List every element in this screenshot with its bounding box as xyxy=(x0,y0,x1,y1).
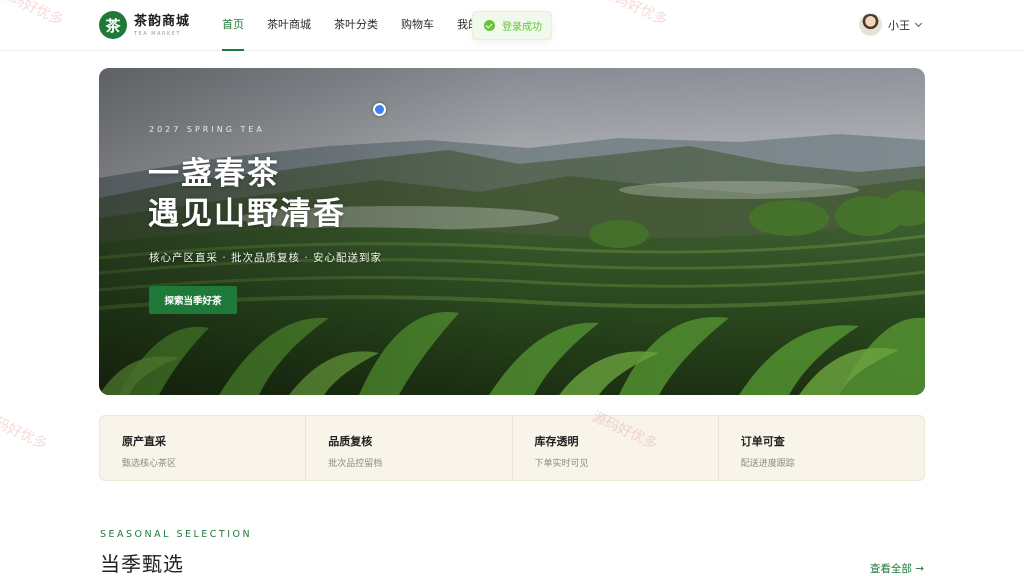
brand-title: 茶韵商城 xyxy=(134,13,191,29)
user-name: 小王 xyxy=(888,18,910,32)
cursor-indicator xyxy=(373,103,386,116)
section-eyebrow: SEASONAL SELECTION xyxy=(100,529,253,540)
feature-title: 原产直采 xyxy=(122,435,166,448)
watermark: 源码好优多 xyxy=(0,408,50,453)
nav-home[interactable]: 首页 xyxy=(222,0,244,51)
hero-banner: 2027 SPRING TEA 一盏春茶 遇见山野清香 核心产区直采 · 批次品… xyxy=(99,68,925,395)
hero-description: 核心产区直采 · 批次品质复核 · 安心配送到家 xyxy=(149,252,383,264)
feature-title: 品质复核 xyxy=(328,435,373,448)
user-menu[interactable]: 小王 xyxy=(859,13,924,36)
feature-item: 订单可查 配送进度跟踪 xyxy=(719,416,924,480)
avatar xyxy=(859,13,882,36)
chevron-down-icon xyxy=(914,20,924,30)
view-all-link[interactable]: 查看全部 → xyxy=(870,561,924,576)
feature-desc: 批次品控留档 xyxy=(328,459,383,469)
hero-title-line2: 遇见山野清香 xyxy=(148,196,346,232)
feature-title: 订单可查 xyxy=(740,435,785,448)
logo-text: 茶韵商城 TEA MARKET xyxy=(134,14,190,37)
feature-item: 品质复核 批次品控留档 xyxy=(306,416,513,480)
explore-tea-button[interactable]: 探索当季好茶 xyxy=(149,286,237,314)
top-header: 茶 茶韵商城 TEA MARKET 首页 茶叶商城 茶叶分类 购物车 我的 登录… xyxy=(0,0,1024,51)
logo-badge: 茶 xyxy=(99,11,127,39)
brand-subtitle: TEA MARKET xyxy=(134,30,181,37)
feature-desc: 甄选核心茶区 xyxy=(122,459,177,469)
nav-cart[interactable]: 购物车 xyxy=(401,0,434,51)
login-success-toast: 登录成功 xyxy=(472,11,552,40)
feature-desc: 配送进度跟踪 xyxy=(740,459,795,469)
feature-item: 库存透明 下单实时可见 xyxy=(513,416,719,480)
hero-eyebrow: 2027 SPRING TEA xyxy=(149,125,265,134)
hero-title-line1: 一盏春茶 xyxy=(148,156,280,192)
feature-item: 原产直采 甄选核心茶区 xyxy=(100,416,307,480)
features-strip: 原产直采 甄选核心茶区 品质复核 批次品控留档 库存透明 下单实时可见 订单可查… xyxy=(99,415,925,481)
brand-logo[interactable]: 茶 茶韵商城 TEA MARKET xyxy=(99,11,190,39)
feature-desc: 下单实时可见 xyxy=(534,459,589,469)
check-circle-icon xyxy=(484,20,495,31)
section-title: 当季甄选 xyxy=(100,552,184,576)
feature-title: 库存透明 xyxy=(534,435,579,448)
nav-tea-market[interactable]: 茶叶商城 xyxy=(267,0,311,51)
main-nav: 首页 茶叶商城 茶叶分类 购物车 我的 xyxy=(222,0,502,51)
toast-message: 登录成功 xyxy=(502,22,542,33)
hero-title: 一盏春茶 遇见山野清香 xyxy=(148,154,346,234)
nav-tea-category[interactable]: 茶叶分类 xyxy=(334,0,378,51)
